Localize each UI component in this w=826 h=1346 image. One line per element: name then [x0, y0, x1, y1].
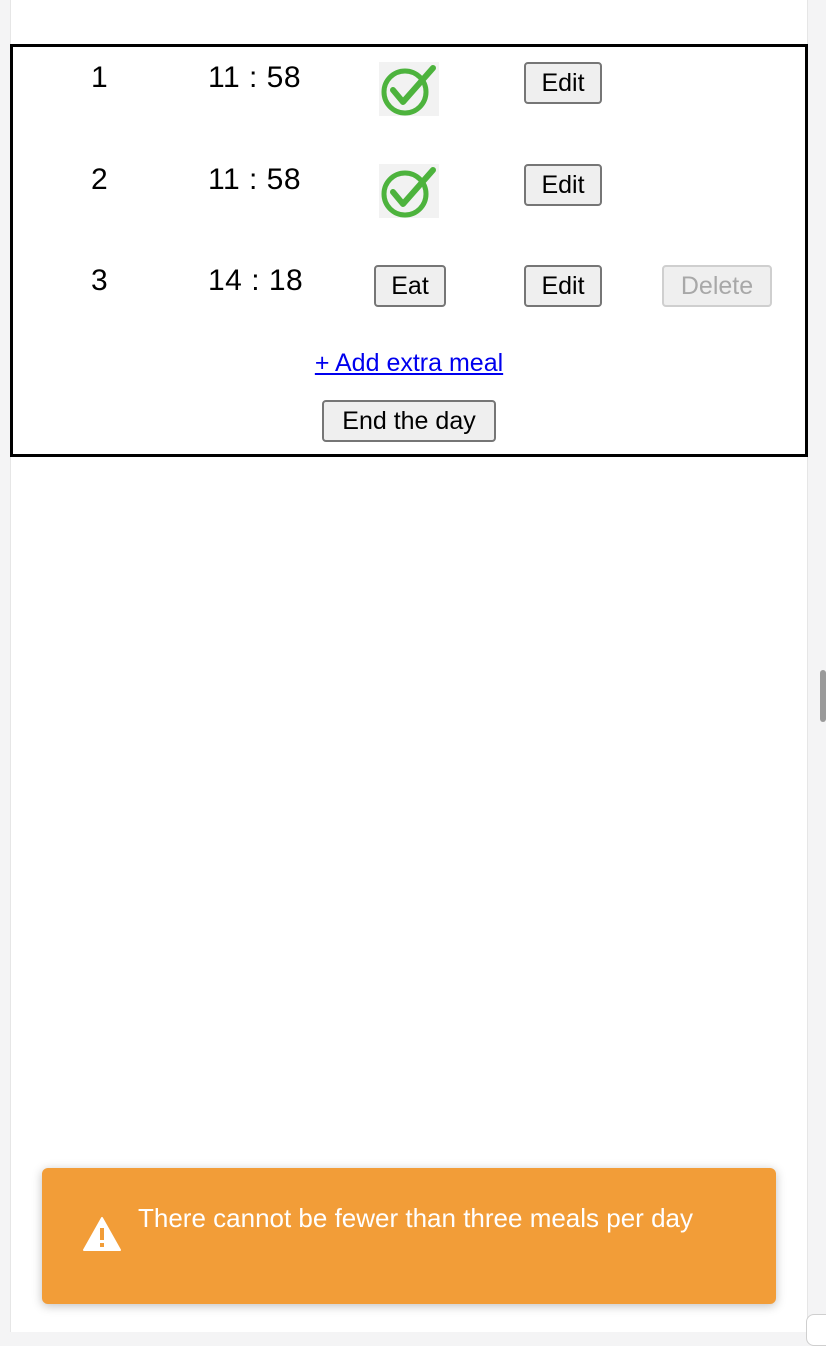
warning-toast: There cannot be fewer than three meals p… — [42, 1168, 776, 1304]
edit-button[interactable]: Edit — [524, 164, 602, 206]
toast-message: There cannot be fewer than three meals p… — [138, 1203, 693, 1233]
checkmark-icon — [379, 62, 439, 116]
meal-time: 14 : 18 — [208, 264, 304, 297]
meal-row: 1 11 : 58 Edit — [13, 57, 805, 117]
meal-number: 3 — [91, 264, 108, 297]
scrollbar-thumb[interactable] — [820, 670, 826, 722]
meal-row: 3 14 : 18 Eat Edit Delete — [13, 260, 805, 320]
checkmark-icon — [379, 164, 439, 218]
eat-button[interactable]: Eat — [374, 265, 446, 307]
edit-button[interactable]: Edit — [524, 62, 602, 104]
meal-number: 1 — [91, 61, 108, 94]
end-day-button[interactable]: End the day — [322, 400, 496, 442]
add-extra-meal-link[interactable]: + Add extra meal — [13, 349, 805, 378]
meal-list-panel: 1 11 : 58 Edit 2 11 : 58 Edit 3 14 : 18 … — [10, 44, 808, 457]
meal-row: 2 11 : 58 Edit — [13, 159, 805, 219]
meal-time: 11 : 58 — [208, 61, 302, 94]
delete-button[interactable]: Delete — [662, 265, 772, 307]
meal-time: 11 : 58 — [208, 163, 302, 196]
warning-icon — [82, 1216, 122, 1252]
edit-button[interactable]: Edit — [524, 265, 602, 307]
corner-widget[interactable] — [806, 1314, 826, 1346]
meal-number: 2 — [91, 163, 108, 196]
